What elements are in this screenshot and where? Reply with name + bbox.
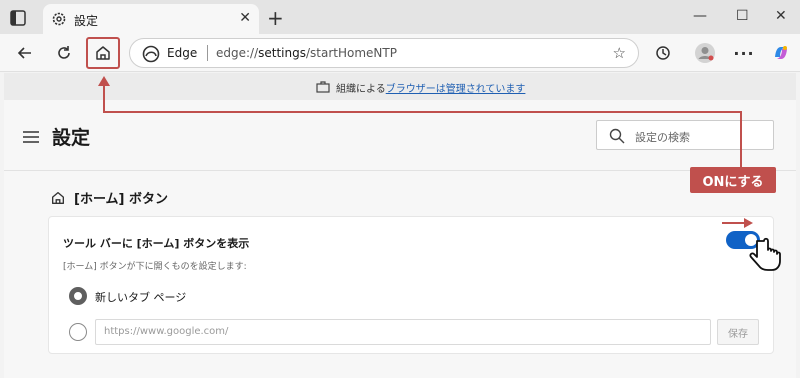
annotation-arrows xyxy=(98,76,753,228)
pointer-hand-icon xyxy=(749,237,781,271)
annotation-on-label: ONにする xyxy=(690,167,776,193)
